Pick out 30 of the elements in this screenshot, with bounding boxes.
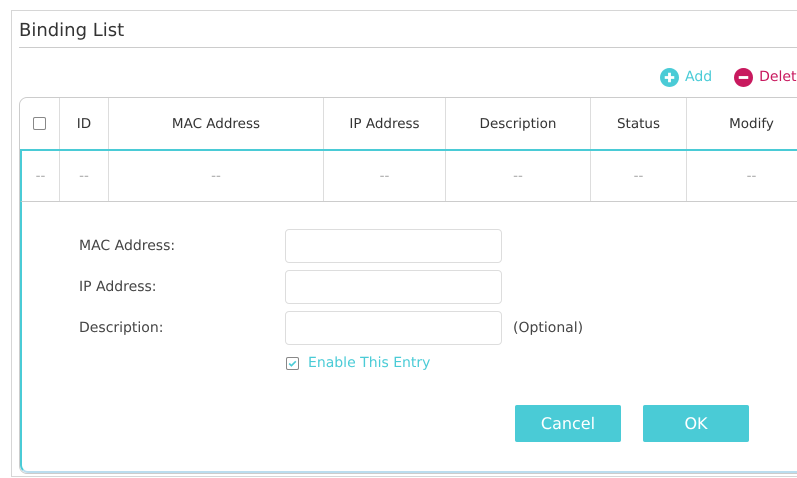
input-field[interactable]: [285, 310, 502, 344]
column-header: MAC Address: [109, 98, 324, 149]
enable-checkbox[interactable]: [286, 356, 299, 370]
field-label: MAC Address:: [79, 238, 176, 254]
column-header: ID: [60, 98, 109, 149]
table-cell: --: [324, 151, 446, 201]
select-all-checkbox[interactable]: [33, 117, 46, 130]
section-title: Binding List: [19, 19, 126, 43]
plus-circle-icon: [660, 68, 679, 86]
cancel-button[interactable]: Cancel: [515, 405, 621, 442]
column-header: Status: [591, 98, 687, 149]
delete-link[interactable]: Delet: [734, 66, 796, 88]
table-cell: --: [109, 151, 324, 201]
table-cell: --: [446, 151, 591, 201]
optional-note: (Optional): [513, 320, 584, 336]
ok-button[interactable]: OK: [643, 405, 749, 442]
input-field[interactable]: [285, 228, 502, 262]
add-link[interactable]: Add: [660, 66, 712, 88]
table-cell: --: [60, 151, 109, 201]
table-cell: --: [591, 151, 687, 201]
input-field[interactable]: [285, 270, 502, 304]
field-label: IP Address:: [79, 278, 158, 294]
column-header: IP Address: [324, 98, 446, 149]
checkbox-label: Enable This Entry: [308, 355, 430, 371]
table-cell: --: [687, 151, 797, 201]
column-header: Description: [446, 98, 591, 149]
field-label: Description:: [79, 320, 164, 336]
table-cell: --: [22, 151, 60, 201]
column-header: Modify: [687, 98, 797, 149]
minus-circle-icon: [734, 68, 754, 86]
